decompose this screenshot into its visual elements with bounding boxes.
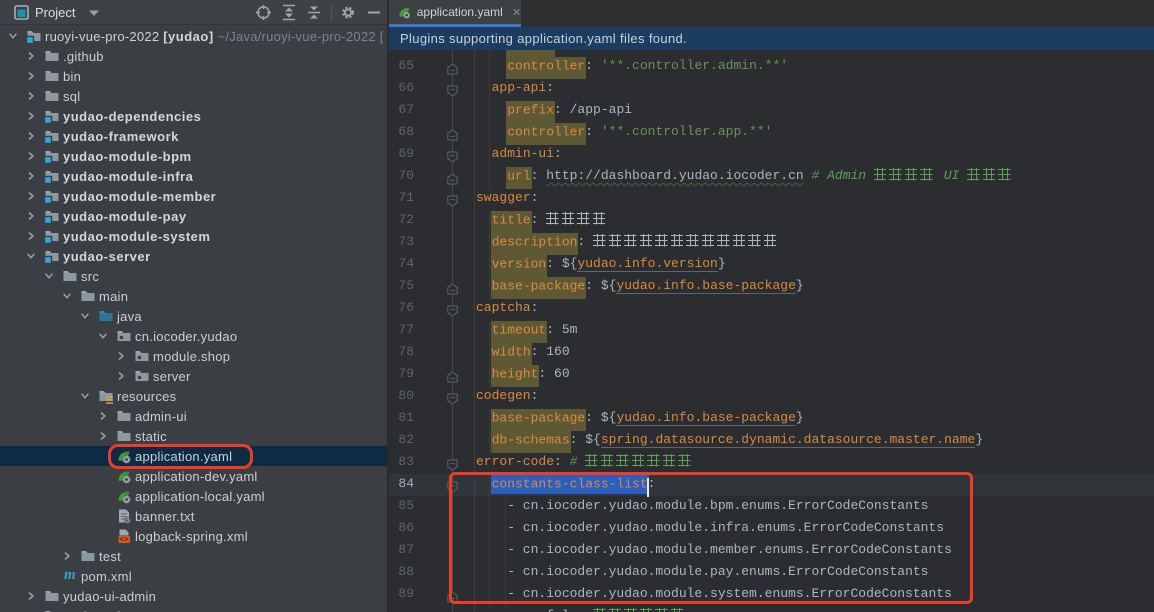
svg-text:<>: <> [120,537,129,544]
